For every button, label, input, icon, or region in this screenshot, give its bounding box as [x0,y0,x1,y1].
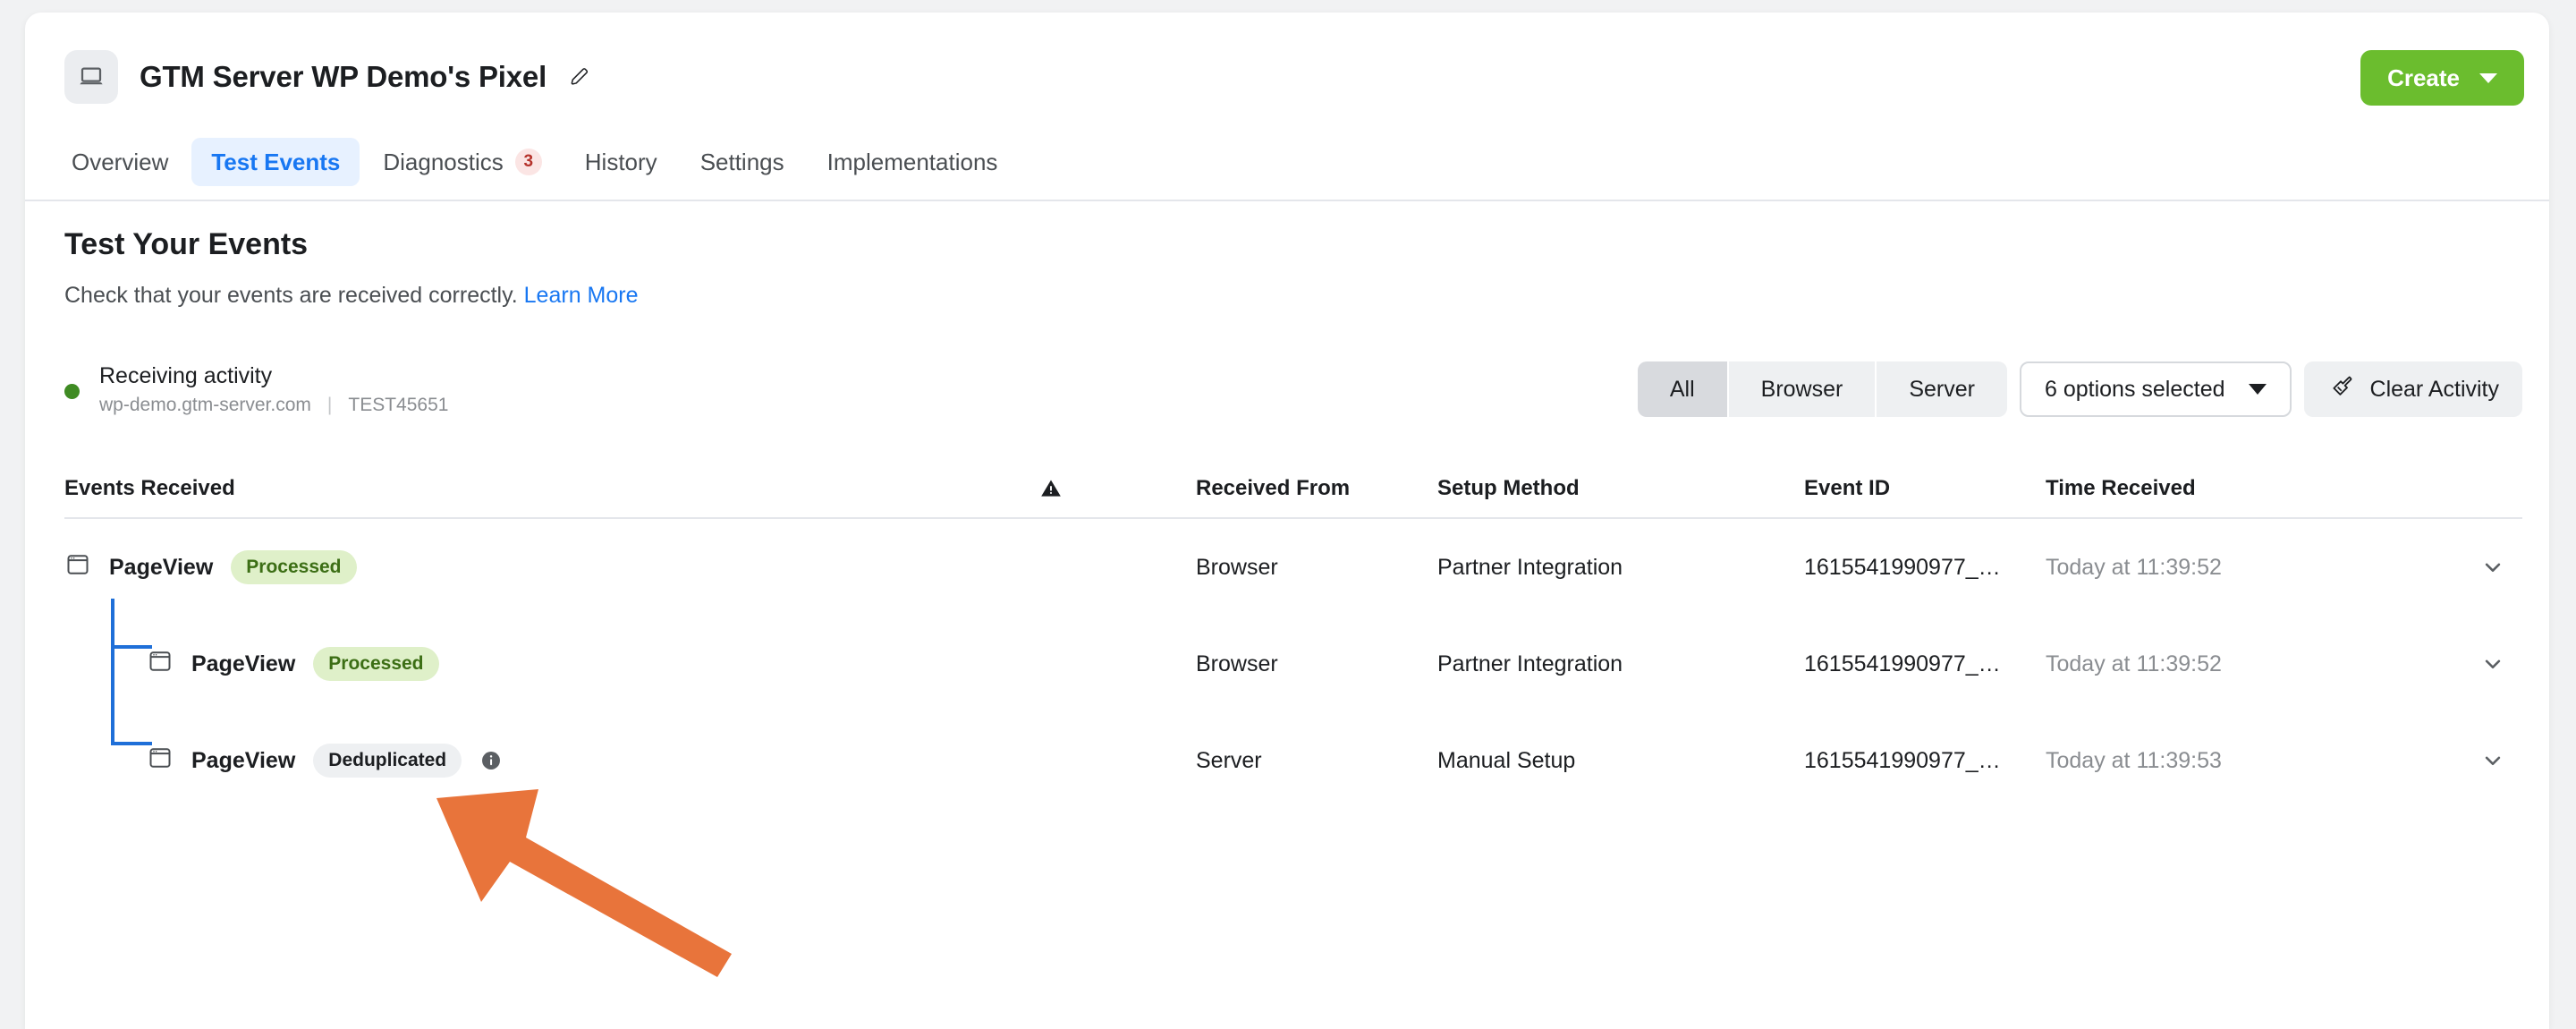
column-received-from: Received From [1196,476,1351,500]
setup-method-value: Partner Integration [1437,651,1623,676]
tab-implementations[interactable]: Implementations [808,138,1018,186]
filter-browser-button[interactable]: Browser [1728,361,1877,417]
time-received-value: Today at 11:39:53 [2046,747,2222,773]
status-badge: Deduplicated [313,744,462,778]
tab-label: History [584,148,657,175]
page-body: Test Your Events Check that your events … [25,202,2549,1029]
event-id-value: 1615541990977_… [1804,651,2001,676]
tab-overview[interactable]: Overview [52,138,188,186]
table-row[interactable]: PageView Deduplicated Server Manual Setu… [64,695,2522,809]
info-icon[interactable] [479,749,503,772]
event-cell: PageView Deduplicated [64,695,1039,778]
browser-window-icon [147,744,174,778]
event-name: PageView [109,554,214,580]
table-row[interactable]: PageView Processed Browser Partner Integ… [64,599,2522,712]
section-title: Test Your Events [64,227,309,261]
column-time-received: Time Received [2046,476,2196,500]
table-header-row: Events Received Received From Setup Meth… [64,460,2522,519]
time-received-value: Today at 11:39:52 [2046,651,2222,676]
pencil-icon[interactable] [568,65,591,89]
activity-separator: | [326,395,333,415]
received-from-value: Browser [1196,651,1278,676]
events-table: Events Received Received From Setup Meth… [64,460,2522,809]
status-badge: Processed [313,647,439,681]
learn-more-link[interactable]: Learn More [524,283,639,308]
event-cell: PageView Processed [64,550,1039,584]
filter-bar: All Browser Server 6 options selected Cl… [1637,361,2522,417]
event-name: PageView [191,651,296,676]
filter-server-button[interactable]: Server [1877,361,2007,417]
diagnostics-count-badge: 3 [514,149,542,175]
tab-label: Overview [72,148,169,175]
received-from-value: Browser [1196,554,1278,580]
main-card: GTM Server WP Demo's Pixel Create Overvi… [25,13,2549,1029]
activity-status: Receiving activity wp-demo.gtm-server.co… [64,363,448,416]
tab-history[interactable]: History [565,138,677,186]
activity-meta: wp-demo.gtm-server.com | TEST45651 [99,395,448,416]
screen-root: GTM Server WP Demo's Pixel Create Overvi… [0,0,2576,1029]
section-subtitle-text: Check that your events are received corr… [64,283,518,308]
activity-text-group: Receiving activity wp-demo.gtm-server.co… [99,363,448,416]
clear-activity-button[interactable]: Clear Activity [2303,361,2522,417]
tab-bar: Overview Test Events Diagnostics 3 Histo… [52,138,1017,186]
event-id-value: 1615541990977_… [1804,747,2001,773]
section-subtitle: Check that your events are received corr… [64,283,639,309]
tab-test-events[interactable]: Test Events [191,138,360,186]
browser-window-icon [147,648,174,681]
browser-window-icon [64,551,91,584]
tab-label: Implementations [826,148,998,175]
event-id-value: 1615541990977_… [1804,554,2001,580]
chevron-down-icon [2248,384,2267,395]
page-header: GTM Server WP Demo's Pixel Create [25,13,2549,142]
page-title: GTM Server WP Demo's Pixel [140,60,547,93]
event-info: PageView Deduplicated [64,695,503,778]
source-filter-group: All Browser Server [1637,361,2007,417]
header-title-row: GTM Server WP Demo's Pixel [64,50,591,104]
clear-activity-label: Clear Activity [2369,376,2499,402]
tab-label: Test Events [211,148,341,175]
activity-test-code: TEST45651 [348,395,449,415]
activity-status-label: Receiving activity [99,363,273,388]
tab-label: Diagnostics [383,148,504,175]
chevron-down-icon[interactable] [2479,554,2506,581]
filter-all-button[interactable]: All [1637,361,1729,417]
options-select-value: 6 options selected [2044,376,2225,402]
row-expand-cell [2421,554,2522,581]
tab-label: Settings [699,148,784,175]
setup-method-value: Partner Integration [1437,554,1623,580]
row-expand-cell [2421,651,2522,677]
column-event-id: Event ID [1804,476,1891,500]
options-select[interactable]: 6 options selected [2019,361,2292,417]
time-received-value: Today at 11:39:52 [2046,554,2222,580]
activity-domain: wp-demo.gtm-server.com [99,395,311,415]
event-info: PageView Processed [64,550,357,584]
event-cell: PageView Processed [64,599,1039,695]
received-from-value: Server [1196,747,1262,773]
tab-bar-divider [25,200,2549,201]
chevron-down-icon[interactable] [2479,651,2506,677]
event-name: PageView [191,747,296,773]
row-expand-cell [2421,747,2522,774]
tab-diagnostics[interactable]: Diagnostics 3 [363,138,561,186]
status-badge: Processed [231,550,357,584]
table-row[interactable]: PageView Processed Browser Partner Integ… [64,519,2522,616]
broom-icon [2327,373,2354,406]
warning-triangle-icon [1039,477,1196,500]
chevron-down-icon [2479,72,2497,83]
setup-method-value: Manual Setup [1437,747,1576,773]
create-button-label: Create [2387,64,2460,91]
create-button[interactable]: Create [2360,50,2524,106]
column-setup-method: Setup Method [1437,476,1580,500]
laptop-icon [64,50,118,104]
tab-settings[interactable]: Settings [681,138,804,186]
event-info: PageView Processed [64,599,439,695]
column-events-received: Events Received [64,476,235,500]
status-dot-icon [64,384,80,399]
chevron-down-icon[interactable] [2479,747,2506,774]
